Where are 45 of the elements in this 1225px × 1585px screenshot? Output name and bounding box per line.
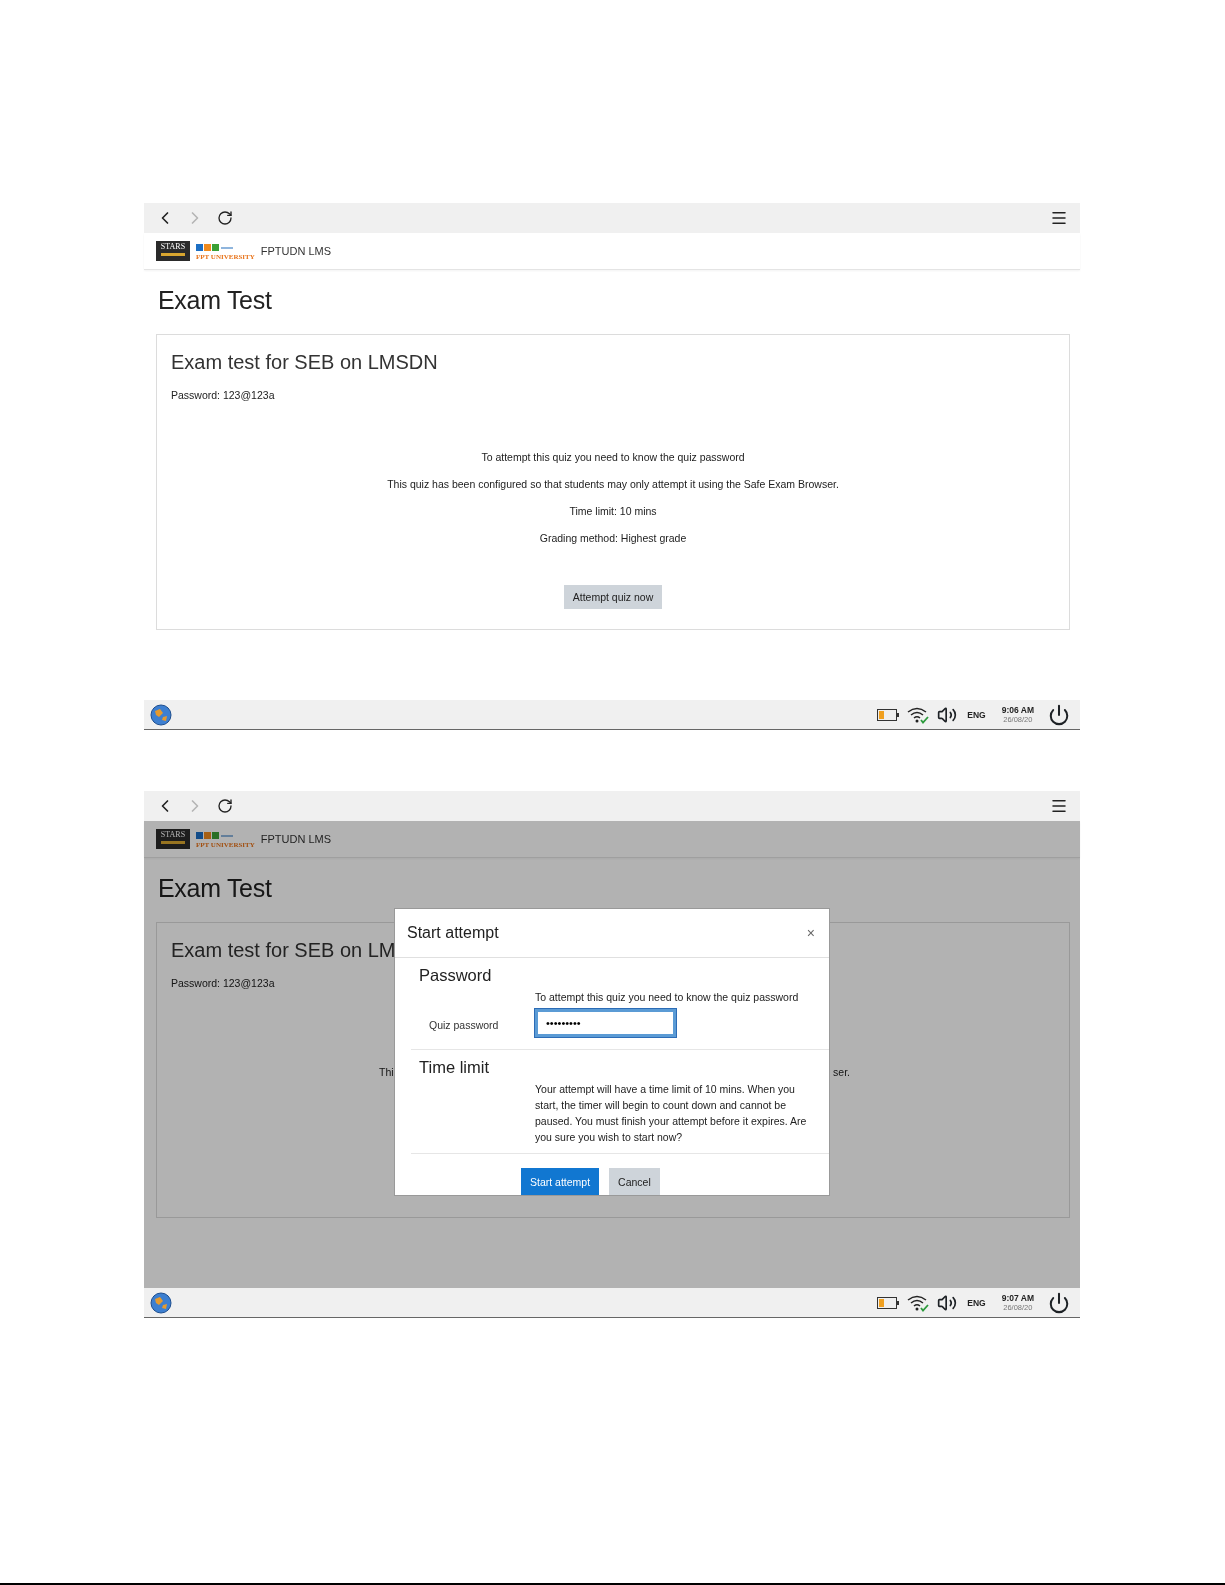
globe-icon[interactable] (150, 703, 172, 726)
cancel-button[interactable]: Cancel (609, 1168, 660, 1195)
reload-icon (217, 210, 233, 226)
reload-icon (217, 798, 233, 814)
language-indicator[interactable]: ENG (967, 1297, 986, 1308)
quiz-info: Thi (379, 1065, 394, 1080)
password-note: Password: 123@123a (171, 977, 275, 989)
power-icon[interactable] (1048, 1291, 1070, 1314)
password-note: Password: 123@123a (171, 389, 275, 401)
start-attempt-button[interactable]: Start attempt (521, 1168, 600, 1195)
clock-time: 9:06 AM (1001, 705, 1034, 715)
quiz-info: Time limit: 10 mins (569, 504, 657, 519)
battery-icon[interactable] (877, 1296, 900, 1309)
quiz-title: Exam test for SEB on LM (171, 939, 396, 962)
stars-logo: STARS (156, 829, 190, 849)
power-icon[interactable] (1048, 703, 1070, 726)
wifi-icon[interactable] (907, 705, 930, 724)
battery-icon[interactable] (877, 708, 900, 721)
speaker-icon[interactable] (937, 704, 958, 725)
password-field[interactable]: ••••••••• (535, 1009, 676, 1037)
quiz-info: Grading method: Highest grade (539, 531, 687, 546)
wifi-icon[interactable] (907, 1293, 930, 1312)
globe-icon[interactable] (150, 1291, 172, 1314)
menu-icon (1050, 797, 1068, 815)
quiz-info: ser. (833, 1065, 850, 1080)
quiz-title: Exam test for SEB on LMSDN (171, 351, 438, 374)
page-title: Exam Test (158, 286, 273, 315)
site-name: FPTUDN LMS (260, 245, 332, 257)
quiz-info: To attempt this quiz you need to know the quiz password (481, 450, 745, 465)
clock-time: 9:07 AM (1001, 1293, 1034, 1303)
section-text: Your attempt will have a time limit of 10 mins. When you start, the timer will begin to count down and cannot be paused. You must finish your attempt before it expires. Are you sure you wish to start now? (535, 1082, 808, 1145)
dialog-title: Start attempt (407, 924, 499, 942)
site-name: FPTUDN LMS (260, 833, 332, 845)
page-title: Exam Test (158, 874, 273, 903)
section-heading: Time limit (419, 1057, 490, 1077)
section-heading: Password (419, 965, 493, 985)
close-button[interactable]: × (804, 925, 817, 941)
section-text: To attempt this quiz you need to know the quiz password (535, 990, 800, 1005)
stars-logo: STARS (156, 241, 190, 261)
speaker-icon[interactable] (937, 1292, 958, 1313)
field-label: Quiz password (429, 1019, 500, 1031)
menu-icon (1050, 209, 1068, 227)
quiz-info: This quiz has been configured so that students may only attempt it using the Safe Exam Browser. (387, 477, 839, 492)
language-indicator[interactable]: ENG (967, 709, 986, 720)
attempt-quiz-button[interactable]: Attempt quiz now (563, 585, 663, 609)
